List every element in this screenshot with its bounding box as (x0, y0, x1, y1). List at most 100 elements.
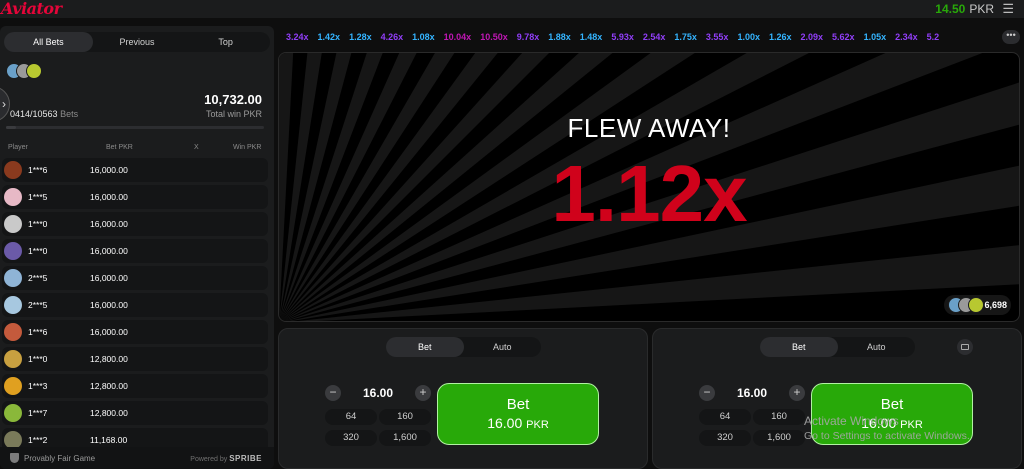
tab-auto[interactable]: Auto (464, 337, 542, 357)
bet-amount-stepper: − 16.00 + (325, 383, 431, 403)
history-multiplier[interactable]: 5.93x (611, 32, 634, 42)
history-multiplier[interactable]: 1.88x (548, 32, 571, 42)
tab-top[interactable]: Top (181, 32, 270, 52)
bet-row: 1***6 16,000.00 (2, 158, 268, 182)
tab-previous[interactable]: Previous (93, 32, 182, 52)
minus-icon[interactable]: − (699, 385, 715, 401)
balance-amount: 14.50 (935, 2, 966, 16)
bet-amount-input[interactable]: 16.00 (737, 386, 767, 400)
col-player: Player (8, 144, 28, 151)
bet-panel-2: Bet Auto − 16.00 + 64 160 320 1,600 Bet … (652, 328, 1022, 469)
bet-row: 1***3 12,800.00 (2, 374, 268, 398)
chevron-right-icon[interactable]: › (0, 86, 10, 122)
history-multiplier[interactable]: 5.62x (832, 32, 855, 42)
history-multiplier[interactable]: 2.34x (895, 32, 918, 42)
tab-bet[interactable]: Bet (386, 337, 464, 357)
quick-amount-button[interactable]: 1,600 (379, 430, 431, 446)
history-multiplier[interactable]: 1.00x (737, 32, 760, 42)
quick-amount-button[interactable]: 64 (699, 409, 751, 425)
bet-amount: 12,800.00 (90, 354, 128, 364)
bet-amount: 16,000.00 (90, 327, 128, 337)
player-name: 1***0 (28, 219, 48, 229)
top-avatars (6, 63, 42, 79)
minus-icon[interactable]: − (325, 385, 341, 401)
history-multiplier[interactable]: 1.26x (769, 32, 792, 42)
balance-currency: PKR (969, 2, 994, 16)
total-win-label: Total win PKR (205, 109, 262, 119)
tab-bet[interactable]: Bet (760, 337, 838, 357)
tab-auto[interactable]: Auto (838, 337, 916, 357)
menu-icon[interactable]: ☰ (1002, 1, 1014, 17)
player-avatar (4, 242, 22, 260)
col-x: X (194, 144, 199, 151)
history-multiplier[interactable]: 5.2 (927, 32, 940, 42)
col-bet: Bet PKR (106, 144, 133, 151)
history-multiplier[interactable]: 9.78x (517, 32, 540, 42)
bet-row: 1***0 12,800.00 (2, 347, 268, 371)
quick-amount-button[interactable]: 160 (379, 409, 431, 425)
bet-amount-input[interactable]: 16.00 (363, 386, 393, 400)
multiplier-history: 3.24x 1.42x 1.28x 4.26x 1.08x 10.04x 10.50x 9.7… (286, 26, 996, 48)
plus-icon[interactable]: + (789, 385, 805, 401)
bet-row: 1***7 12,800.00 (2, 401, 268, 425)
history-multiplier[interactable]: 1.48x (580, 32, 603, 42)
more-icon[interactable]: ••• (1002, 30, 1020, 44)
bet-amount: 11,168.00 (90, 435, 128, 445)
bets-list: 1***6 16,000.00 1***5 16,000.00 1***0 16,000.… (2, 158, 268, 455)
flew-away-text: FLEW AWAY! (567, 113, 731, 143)
crash-multiplier: 1.12x (551, 149, 747, 238)
bet-row: 1***5 16,000.00 (2, 185, 268, 209)
quick-amount-button[interactable]: 160 (753, 409, 805, 425)
provably-fair-link[interactable]: Provably Fair Game (24, 454, 95, 463)
player-avatar (4, 404, 22, 422)
bets-count: 0414/10563 Bets (10, 109, 78, 119)
plus-icon[interactable]: + (415, 385, 431, 401)
history-multiplier[interactable]: 1.08x (412, 32, 435, 42)
bet-mode-tabs: Bet Auto (760, 337, 915, 357)
bets-count-value: 0414/10563 (10, 109, 58, 119)
history-multiplier[interactable]: 2.54x (643, 32, 666, 42)
left-footer: Provably Fair Game Powered by SPRIBE (0, 447, 274, 469)
bets-count-label: Bets (60, 109, 79, 119)
player-name: 1***7 (28, 408, 48, 418)
avatar (26, 63, 42, 79)
history-multiplier[interactable]: 3.24x (286, 32, 309, 42)
bet-amount-stepper: − 16.00 + (699, 383, 805, 403)
tab-all-bets[interactable]: All Bets (4, 32, 93, 52)
player-name: 2***5 (28, 300, 48, 310)
player-name: 1***0 (28, 246, 48, 256)
history-multiplier[interactable]: 10.04x (444, 32, 472, 42)
app-root: Aviator 14.50 PKR ☰ All Bets Previous To… (0, 0, 1024, 469)
quick-amount-button[interactable]: 320 (699, 430, 751, 446)
history-multiplier[interactable]: 10.50x (480, 32, 508, 42)
history-multiplier[interactable]: 1.75x (674, 32, 697, 42)
history-multiplier[interactable]: 1.05x (864, 32, 887, 42)
bet-button[interactable]: Bet 16.00 PKR (437, 383, 599, 445)
bet-panel-1: Bet Auto − 16.00 + 64 160 320 1,600 Bet … (278, 328, 648, 469)
bet-row: 1***6 16,000.00 (2, 320, 268, 344)
bet-row: 2***5 16,000.00 (2, 293, 268, 317)
history-multiplier[interactable]: 3.55x (706, 32, 729, 42)
bet-amount: 16,000.00 (90, 219, 128, 229)
quick-amount-button[interactable]: 320 (325, 430, 377, 446)
bet-amount: 16,000.00 (90, 165, 128, 175)
history-multiplier[interactable]: 2.09x (801, 32, 824, 42)
total-win-amount: 10,732.00 (204, 92, 262, 107)
player-name: 1***5 (28, 192, 48, 202)
bet-row: 1***0 16,000.00 (2, 239, 268, 263)
chat-icon[interactable] (957, 339, 973, 355)
history-multiplier[interactable]: 1.28x (349, 32, 372, 42)
quick-amount-button[interactable]: 1,600 (753, 430, 805, 446)
quick-amount-button[interactable]: 64 (325, 409, 377, 425)
bet-amount: 16,000.00 (90, 246, 128, 256)
bet-row: 2***5 16,000.00 (2, 266, 268, 290)
aviator-logo: Aviator (1, 0, 62, 18)
history-multiplier[interactable]: 1.42x (318, 32, 341, 42)
total-win: 10,732.00 Total win PKR (204, 92, 262, 119)
history-multiplier[interactable]: 4.26x (381, 32, 404, 42)
player-avatar (4, 377, 22, 395)
player-avatar (4, 350, 22, 368)
player-avatar (4, 188, 22, 206)
bet-mode-tabs: Bet Auto (386, 337, 541, 357)
bet-amount: 16,000.00 (90, 273, 128, 283)
